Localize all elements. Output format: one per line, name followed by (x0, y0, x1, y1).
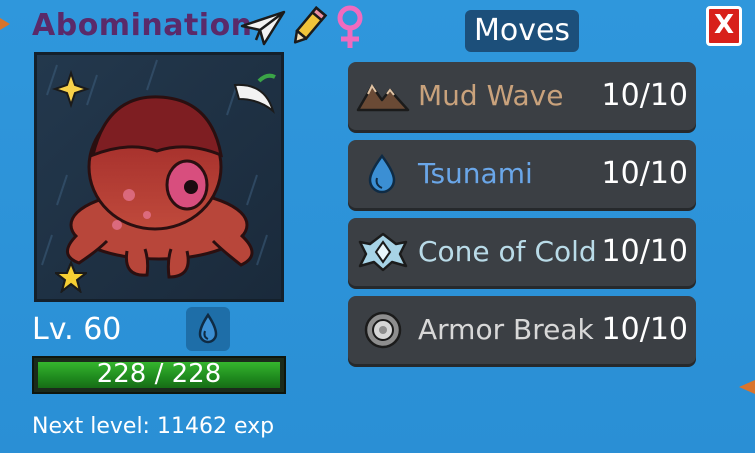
paper-plane-icon[interactable] (240, 8, 286, 46)
female-icon (337, 5, 363, 48)
close-button[interactable]: X (706, 6, 742, 46)
move-pp: 10/10 (601, 78, 688, 113)
monster-name: Abomination (32, 8, 253, 43)
move-name: Cone of Cold (418, 235, 597, 268)
move-name: Armor Break (418, 313, 594, 346)
leaf-decoration (0, 18, 10, 30)
moves-title: Moves (465, 10, 579, 52)
move-pp: 10/10 (601, 312, 688, 347)
type-badge[interactable] (186, 307, 230, 351)
next-level-text: Next level: 11462 exp (32, 414, 275, 439)
water-drop-icon (198, 312, 218, 344)
move-pp: 10/10 (601, 156, 688, 191)
move-name: Tsunami (418, 157, 533, 190)
mountain-icon (356, 84, 410, 112)
move-slot-cone-of-cold[interactable]: Cone of Cold 10/10 (348, 218, 696, 286)
move-slot-mud-wave[interactable]: Mud Wave 10/10 (348, 62, 696, 130)
hp-bar: 228 / 228 (32, 356, 286, 394)
leaf-decoration (739, 380, 755, 394)
shield-disc-icon (364, 311, 402, 349)
star-icon (55, 261, 87, 293)
hp-value: 228 / 228 (96, 359, 222, 389)
move-name: Mud Wave (418, 79, 564, 112)
move-slot-tsunami[interactable]: Tsunami 10/10 (348, 140, 696, 208)
move-pp: 10/10 (601, 234, 688, 269)
pencil-icon[interactable] (288, 5, 328, 49)
monster-portrait (34, 52, 284, 302)
level-label: Lv. 60 (32, 312, 122, 347)
move-slot-armor-break[interactable]: Armor Break 10/10 (348, 296, 696, 364)
water-drop-icon (368, 154, 396, 194)
monster-detail-panel: Abomination Lv. 60 228 / 228 Next level:… (0, 0, 755, 453)
ice-crystal-icon (358, 232, 408, 272)
